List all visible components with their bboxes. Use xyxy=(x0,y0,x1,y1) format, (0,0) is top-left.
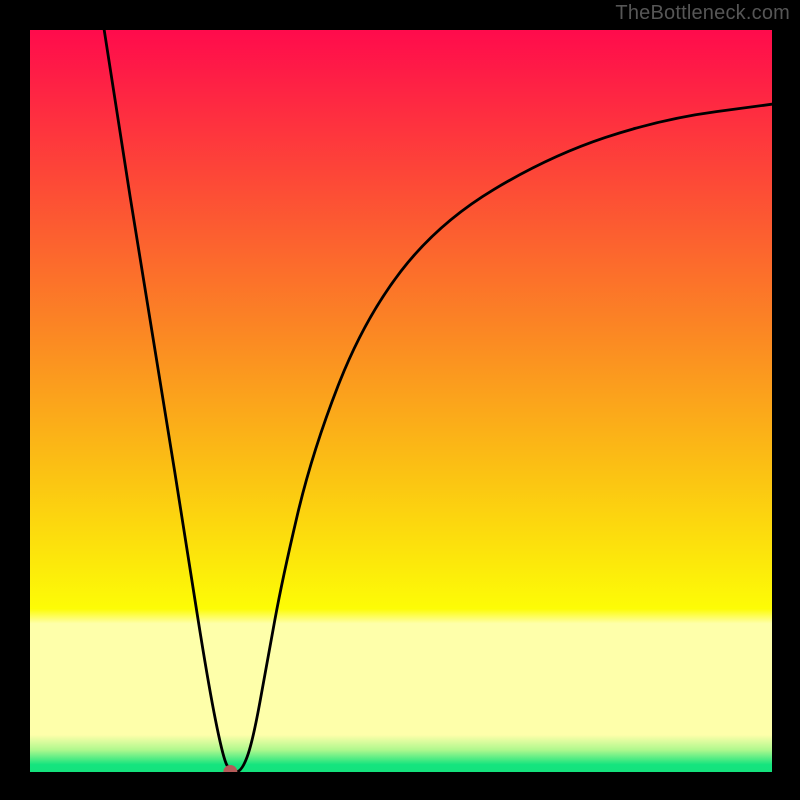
chart-background xyxy=(30,30,772,772)
chart-frame: TheBottleneck.com xyxy=(0,0,800,800)
bottleneck-chart xyxy=(30,30,772,772)
attribution-text: TheBottleneck.com xyxy=(615,2,790,25)
